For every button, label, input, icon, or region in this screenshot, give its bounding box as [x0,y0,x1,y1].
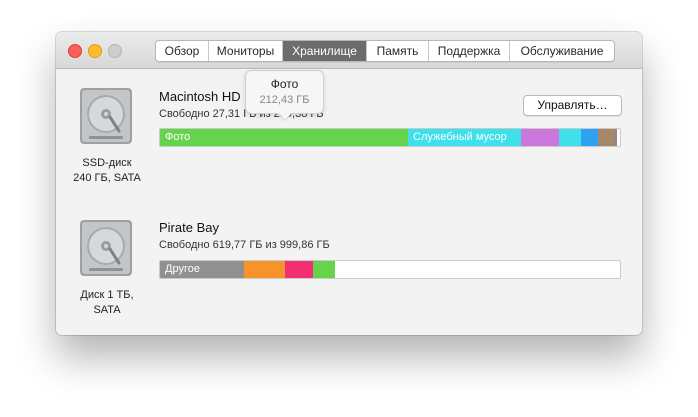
usage-segment[interactable] [615,129,617,146]
usage-segment-label: Другое [165,263,200,275]
usage-segment-label: Служебный мусор [413,131,507,143]
zoom-window-button[interactable] [108,44,122,58]
tooltip-size: 212,43 ГБ [259,94,310,106]
volume-name: Macintosh HD [159,89,241,104]
close-window-button[interactable] [68,44,82,58]
tab-support[interactable]: Поддержка [429,41,510,61]
volume-name: Pirate Bay [159,220,219,235]
disk-label: Диск 1 ТБ, SATA [57,288,157,318]
usage-segment[interactable] [598,129,615,146]
usage-segment[interactable] [559,129,581,146]
storage-usage-bar: Другое [159,260,621,279]
disk-type: Диск 1 ТБ, [80,289,134,301]
usage-segment[interactable]: Служебный мусор [408,129,521,146]
disk-spec: 240 ГБ, SATA [73,172,141,184]
storage-usage-bar: Фото Служебный мусор [159,128,621,147]
tab-displays[interactable]: Мониторы [209,41,283,61]
tab-memory[interactable]: Память [367,41,429,61]
tooltip-title: Фото [270,77,299,91]
usage-segment[interactable]: Другое [160,261,244,278]
title-bar: Обзор Мониторы Хранилище Память Поддержк… [56,32,642,69]
minimize-window-button[interactable] [88,44,102,58]
tab-bar: Обзор Мониторы Хранилище Память Поддержк… [155,40,615,62]
system-info-window: Обзор Мониторы Хранилище Память Поддержк… [56,32,642,335]
usage-segment[interactable] [285,261,313,278]
usage-segment[interactable] [244,261,285,278]
usage-segment[interactable] [521,129,559,146]
tooltip-arrow [278,112,292,120]
segment-tooltip: Фото 212,43 ГБ [245,70,324,114]
tab-storage[interactable]: Хранилище [283,41,367,61]
volume-free-space: Свободно 619,77 ГБ из 999,86 ГБ [159,239,330,251]
usage-segment[interactable]: Фото [160,129,408,146]
hard-drive-icon [80,88,132,144]
tab-overview[interactable]: Обзор [156,41,209,61]
usage-segment-label: Фото [165,131,191,143]
disk-type: SSD-диск [82,157,132,169]
disk-label: SSD-диск 240 ГБ, SATA [57,156,157,186]
usage-segment[interactable] [581,129,598,146]
tab-service[interactable]: Обслуживание [510,41,614,61]
usage-segment[interactable] [313,261,335,278]
disk-spec: SATA [93,304,121,316]
manage-button[interactable]: Управлять… [523,95,622,116]
hard-drive-icon [80,220,132,276]
